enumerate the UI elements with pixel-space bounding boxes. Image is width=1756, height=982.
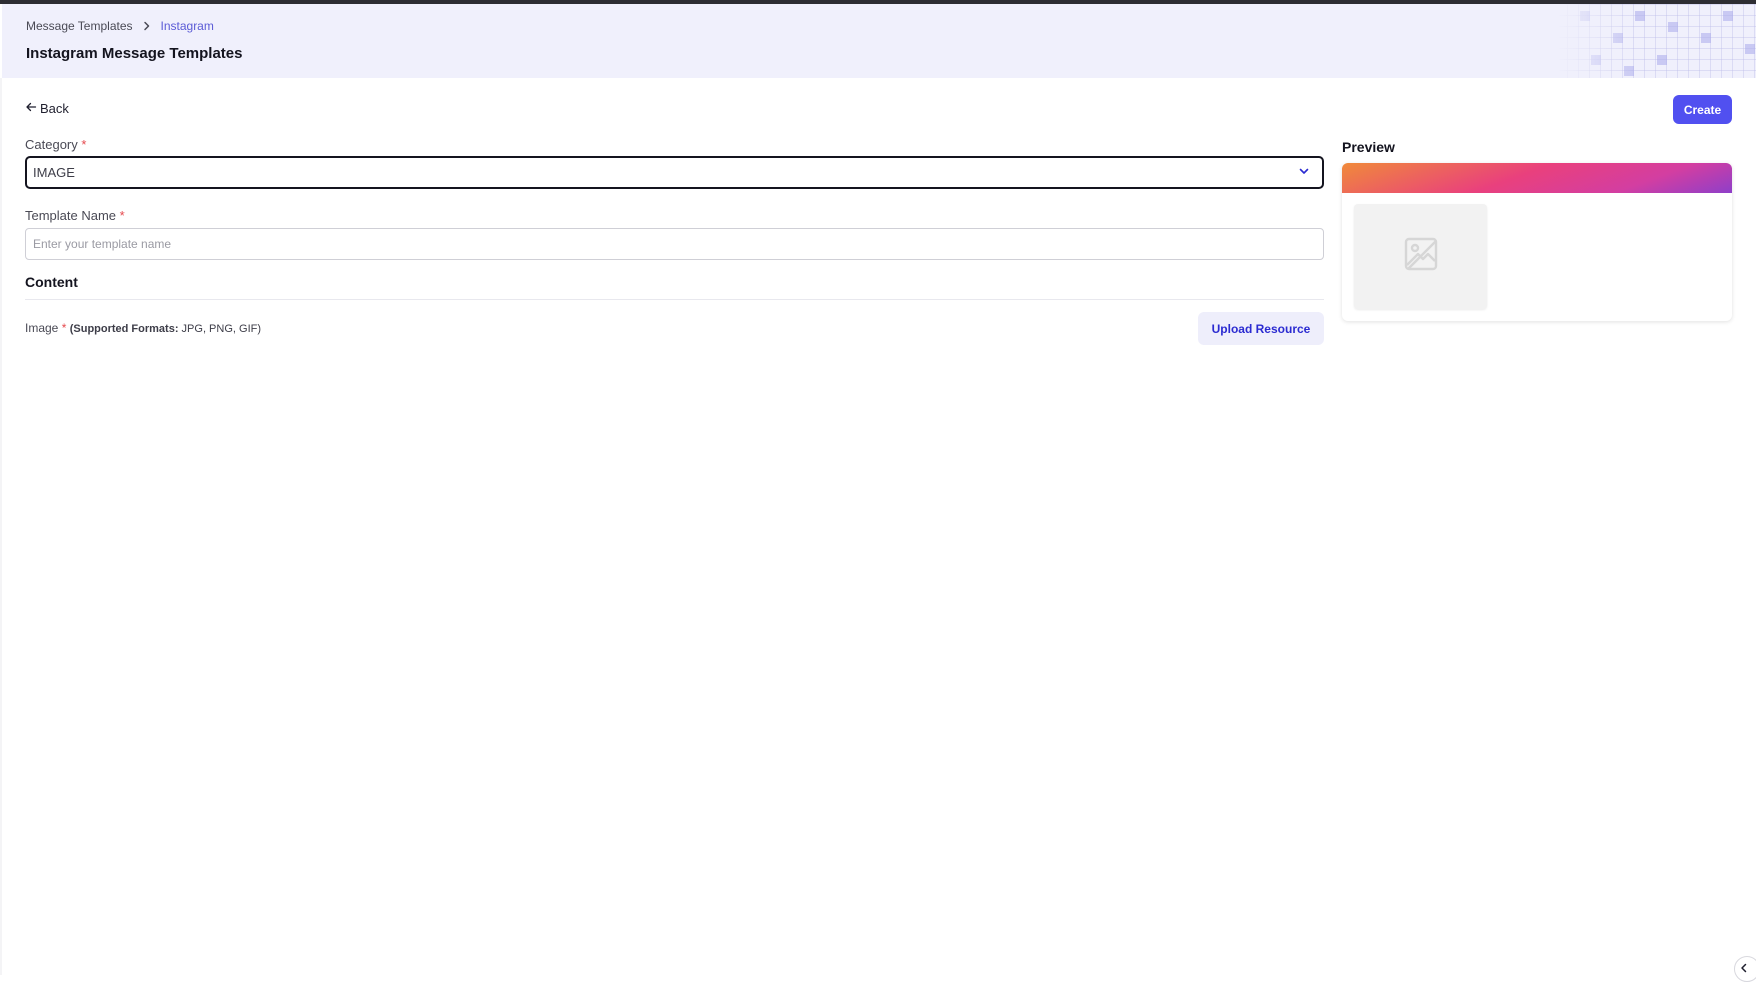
header-decoration (1556, 4, 1756, 78)
required-mark: * (61, 321, 67, 335)
chevron-left-icon (1739, 960, 1755, 978)
upload-resource-button[interactable]: Upload Resource (1198, 312, 1324, 345)
breadcrumb-instagram[interactable]: Instagram (161, 19, 214, 33)
supported-formats-list: JPG, PNG, GIF) (178, 323, 262, 335)
supported-formats: (Supported Formats: JPG, PNG, GIF) (70, 323, 261, 335)
category-select[interactable]: IMAGE (25, 156, 1324, 189)
left-edge (0, 78, 2, 975)
page-title: Instagram Message Templates (26, 45, 243, 62)
required-mark: * (119, 208, 125, 223)
arrow-left-icon (25, 101, 37, 116)
image-placeholder-icon (1402, 235, 1440, 278)
chevron-down-icon (1298, 165, 1310, 180)
page-header: Message Templates Instagram Instagram Me… (2, 4, 1756, 78)
required-mark: * (81, 137, 87, 152)
template-name-label-text: Template Name (25, 208, 117, 223)
category-label-text: Category (25, 137, 78, 152)
collapse-panel-button[interactable] (1734, 956, 1756, 982)
preview-card (1342, 163, 1732, 321)
content-divider (25, 299, 1324, 300)
category-label: Category * (25, 137, 86, 152)
preview-image-placeholder (1354, 204, 1487, 309)
breadcrumb: Message Templates Instagram (26, 19, 214, 33)
supported-formats-prefix: (Supported Formats: (69, 323, 179, 335)
back-link[interactable]: Back (25, 101, 69, 116)
chevron-right-icon (141, 20, 153, 32)
template-name-label: Template Name * (25, 208, 125, 223)
preview-title: Preview (1342, 139, 1395, 155)
category-value: IMAGE (33, 165, 75, 180)
breadcrumb-message-templates[interactable]: Message Templates (26, 19, 133, 33)
template-name-input[interactable] (25, 228, 1324, 260)
create-button[interactable]: Create (1673, 95, 1732, 124)
content-section-title: Content (25, 274, 78, 290)
preview-header-gradient (1342, 163, 1732, 193)
image-label-text: Image (25, 321, 59, 335)
image-field-label: Image * (Supported Formats: JPG, PNG, GI… (25, 321, 261, 335)
back-label: Back (40, 101, 69, 116)
